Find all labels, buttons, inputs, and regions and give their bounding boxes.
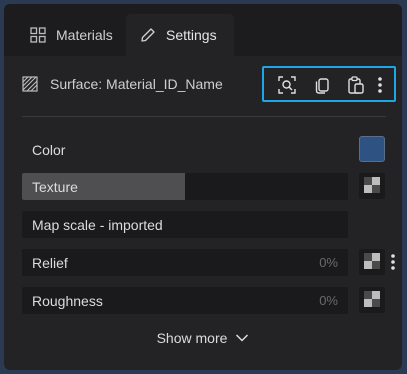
color-label: Color — [32, 142, 66, 158]
hatch-icon — [22, 76, 38, 92]
roughness-value: 0% — [319, 293, 338, 308]
pencil-icon — [140, 27, 156, 43]
material-settings-panel: Materials Settings Surface: Material_ID_… — [4, 4, 402, 370]
chevron-down-icon — [235, 330, 249, 346]
zoom-select-icon[interactable] — [277, 75, 297, 95]
texture-slider[interactable]: Texture — [22, 173, 348, 200]
relief-label: Relief — [32, 255, 68, 271]
tab-settings-label: Settings — [166, 27, 217, 43]
more-vertical-icon[interactable] — [388, 249, 398, 275]
section-divider — [22, 116, 386, 117]
roughness-slider[interactable]: Roughness 0% — [22, 287, 348, 314]
texture-map-button[interactable] — [359, 173, 385, 199]
tab-materials-label: Materials — [56, 27, 113, 43]
color-swatch[interactable] — [359, 136, 385, 162]
surface-name: Surface: Material_ID_Name — [50, 76, 223, 92]
map-scale-field[interactable]: Map scale - imported — [22, 211, 348, 238]
surface-toolbar — [262, 66, 396, 102]
roughness-map-button[interactable] — [359, 287, 385, 313]
roughness-label: Roughness — [32, 293, 103, 309]
surface-header: Surface: Material_ID_Name — [4, 56, 402, 114]
relief-slider[interactable]: Relief 0% — [22, 249, 348, 276]
paste-icon[interactable] — [346, 75, 366, 95]
checker-icon — [364, 290, 380, 310]
texture-label: Texture — [32, 179, 78, 195]
checker-icon — [364, 252, 380, 272]
show-more-label: Show more — [156, 330, 228, 346]
tab-settings[interactable]: Settings — [126, 14, 234, 56]
copy-icon[interactable] — [312, 75, 332, 95]
show-more-button[interactable]: Show more — [4, 326, 402, 350]
more-vertical-icon[interactable] — [374, 75, 386, 95]
map-scale-label: Map scale - imported — [32, 217, 163, 233]
checker-icon — [364, 176, 380, 196]
tab-bar: Materials Settings — [4, 4, 402, 56]
relief-map-button[interactable] — [359, 249, 385, 275]
color-row: Color — [22, 136, 348, 163]
relief-value: 0% — [319, 255, 338, 270]
tab-materials[interactable]: Materials — [16, 14, 126, 56]
grid-icon — [30, 27, 46, 43]
